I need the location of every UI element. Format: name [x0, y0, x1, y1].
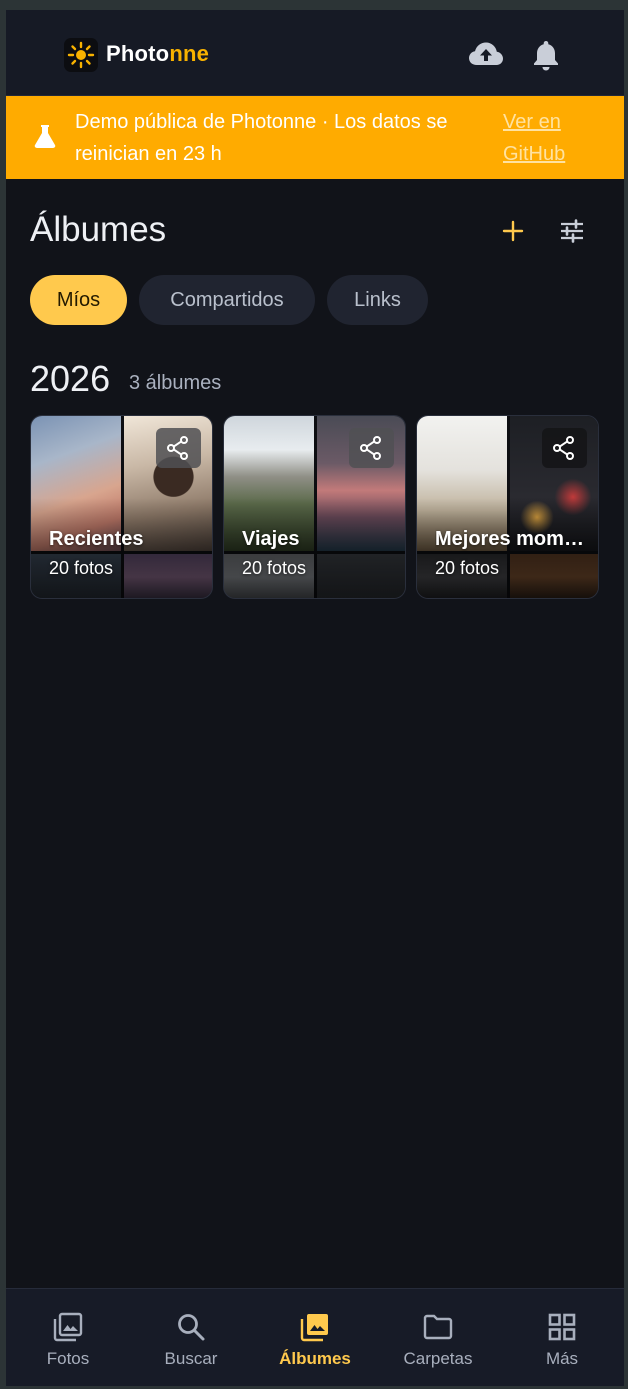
nav-label: Más [545, 1349, 579, 1368]
photo-library-icon [53, 1312, 83, 1342]
share-button[interactable] [349, 428, 394, 468]
tune-icon [561, 219, 583, 243]
album-count: 3 álbumes [129, 372, 222, 394]
album-name: Recientes [49, 528, 144, 550]
page-title: Álbumes [30, 210, 167, 249]
album-photo-count: 20 fotos [242, 558, 307, 578]
bottom-navigation: Fotos Buscar Álbumes Carpetas Más [6, 1288, 624, 1386]
nav-carpetas[interactable]: Carpetas [378, 1289, 498, 1386]
photo-album-icon [300, 1314, 328, 1342]
nav-label: Álbumes [279, 1349, 351, 1368]
album-card-mejores-momentos[interactable]: Mejores momentos 20 fotos [416, 415, 599, 599]
share-icon [167, 436, 188, 460]
share-button[interactable] [156, 428, 201, 468]
album-photo-count: 20 fotos [49, 558, 114, 578]
top-bar: Photonne [6, 10, 624, 96]
nav-albumes[interactable]: Álbumes [255, 1289, 375, 1386]
share-button[interactable] [542, 428, 587, 468]
cloud-upload-icon[interactable] [468, 38, 504, 72]
github-link[interactable]: Ver en GitHub [503, 106, 593, 170]
nav-fotos[interactable]: Fotos [8, 1289, 128, 1386]
album-name: Mejores momentos [435, 528, 585, 550]
album-name: Viajes [242, 528, 300, 550]
share-icon [360, 436, 381, 460]
share-icon [553, 436, 574, 460]
album-photo-count: 20 fotos [435, 558, 500, 578]
album-card-recientes[interactable]: Recientes 20 fotos [30, 415, 213, 599]
app-frame: Photonne Demo pública de Photonne · Los … [6, 10, 624, 1386]
nav-label: Fotos [46, 1349, 90, 1368]
folder-icon [423, 1314, 453, 1340]
demo-banner-text: Demo pública de Photonne · Los datos se … [75, 111, 448, 165]
tab-links[interactable]: Links [327, 275, 428, 325]
search-icon [178, 1314, 205, 1341]
demo-banner: Demo pública de Photonne · Los datos se … [6, 96, 624, 179]
add-icon [502, 220, 524, 242]
album-card-viajes[interactable]: Viajes 20 fotos [223, 415, 406, 599]
flask-icon [33, 123, 57, 149]
grid-icon [548, 1313, 576, 1341]
nav-label: Buscar [164, 1349, 218, 1368]
photonne-logo-icon[interactable] [64, 38, 98, 72]
add-album-button[interactable] [496, 214, 530, 248]
nav-label: Carpetas [403, 1349, 473, 1368]
brand-name-part1: Photo [106, 41, 170, 66]
bell-icon[interactable] [528, 38, 564, 72]
brand-name-part2: nne [169, 41, 210, 66]
nav-mas[interactable]: Más [502, 1289, 622, 1386]
tab-mios[interactable]: Míos [30, 275, 127, 325]
filter-button[interactable] [555, 214, 589, 248]
year-heading: 2026 [30, 358, 111, 399]
nav-buscar[interactable]: Buscar [131, 1289, 251, 1386]
tab-compartidos[interactable]: Compartidos [139, 275, 315, 325]
brand-name[interactable]: Photonne [106, 41, 209, 67]
